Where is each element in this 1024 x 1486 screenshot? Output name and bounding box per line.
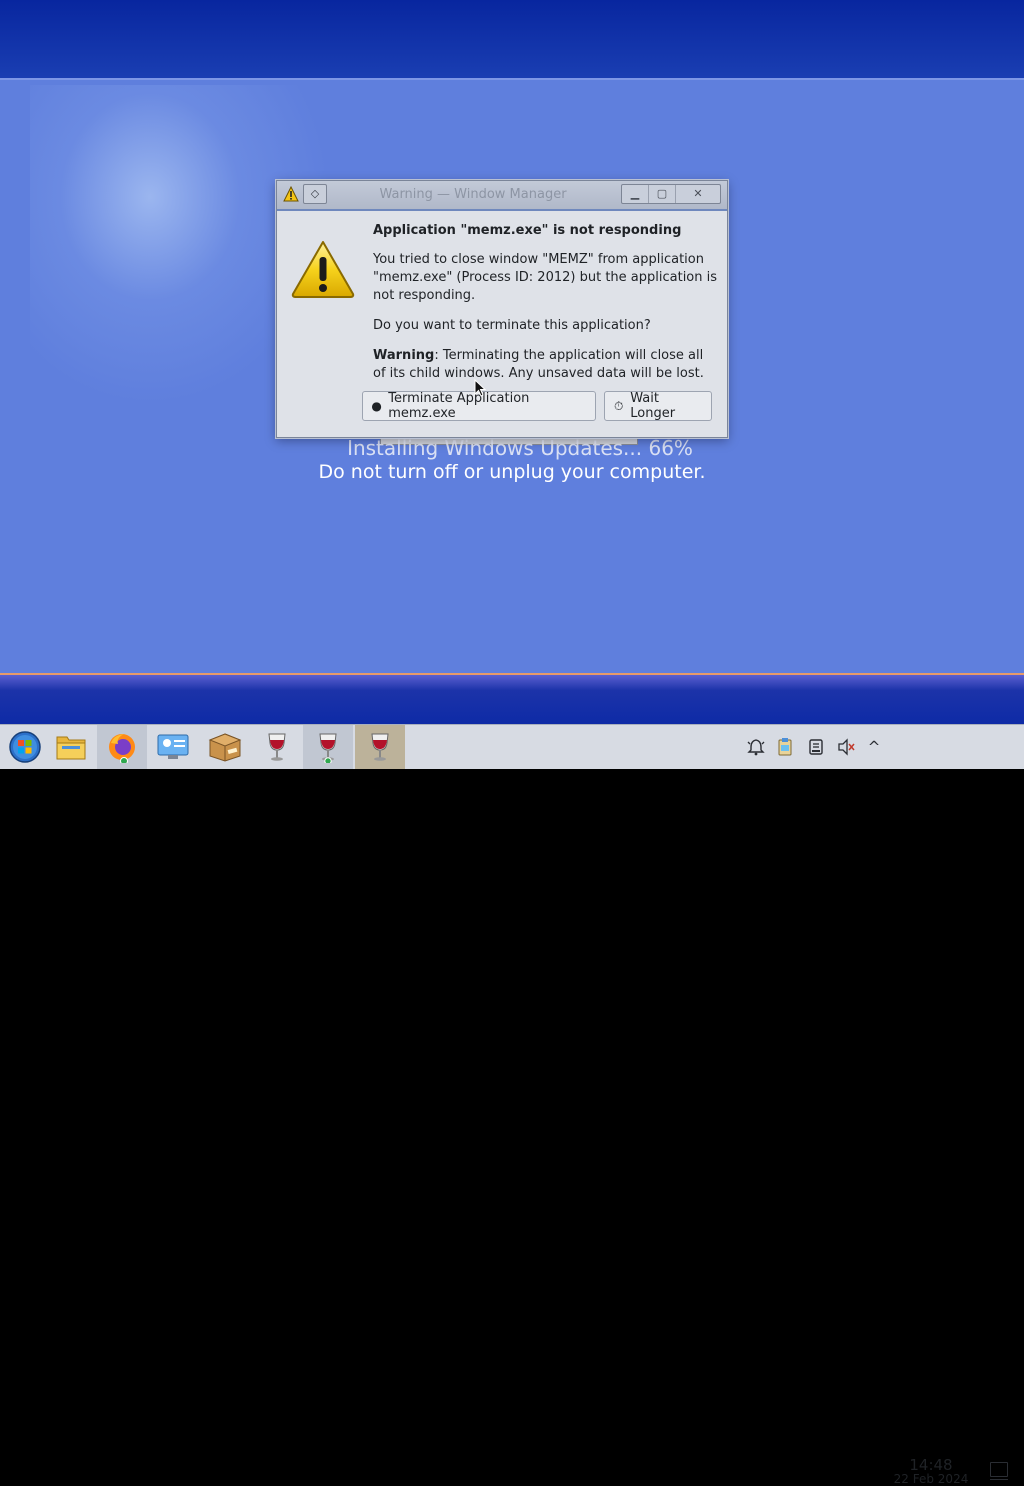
mute-icon[interactable] xyxy=(836,737,856,757)
taskbar-system-settings[interactable] xyxy=(148,725,198,769)
stopwatch-icon: ⏱ xyxy=(613,398,624,413)
window-controls: ▁ ▢ ✕ xyxy=(621,184,721,204)
keep-above-button[interactable]: ◇ xyxy=(303,184,327,204)
taskbar-wine-app-1[interactable] xyxy=(252,725,302,769)
start-orb-icon xyxy=(9,731,41,763)
not-responding-dialog: ◇ Warning — Window Manager ▁ ▢ ✕ Applica… xyxy=(276,180,728,438)
start-button[interactable] xyxy=(0,725,50,769)
file-manager-icon xyxy=(56,736,86,760)
taskbar: ^ 14:48 22 Feb 2024 xyxy=(0,724,1024,1486)
dialog-message: You tried to close window "MEMZ" from ap… xyxy=(373,252,718,303)
firefox-icon xyxy=(109,734,135,763)
wait-longer-button[interactable]: ⏱ Wait Longer xyxy=(604,391,712,421)
taskbar-wine-app-3[interactable] xyxy=(355,725,405,769)
storage-icon[interactable] xyxy=(806,737,826,757)
wine-glass-icon xyxy=(268,733,286,761)
dialog-titlebar[interactable]: ◇ Warning — Window Manager ▁ ▢ ✕ xyxy=(277,181,727,211)
taskbar-wine-app-2[interactable] xyxy=(303,725,353,769)
warning-label: Warning xyxy=(373,348,435,363)
taskbar-package-manager[interactable] xyxy=(200,725,250,769)
update-warning-text: Do not turn off or unplug your computer. xyxy=(318,461,706,483)
close-button[interactable]: ✕ xyxy=(675,185,720,203)
dialog-heading: Application "memz.exe" is not responding xyxy=(373,223,682,238)
wine-glass-icon xyxy=(319,733,337,763)
system-settings-icon xyxy=(157,734,189,759)
warning-small-icon xyxy=(283,186,299,202)
bottom-band xyxy=(0,673,1024,726)
dialog-title: Warning — Window Manager xyxy=(379,187,567,202)
clipboard-icon[interactable] xyxy=(775,737,795,757)
wine-glass-icon xyxy=(371,733,389,761)
taskbar-firefox[interactable] xyxy=(97,725,147,769)
wait-longer-button-label: Wait Longer xyxy=(630,391,676,421)
terminate-button-label: Terminate Application memz.exe xyxy=(388,391,530,421)
package-box-icon xyxy=(208,733,242,762)
show-desktop-icon[interactable] xyxy=(990,1462,1008,1480)
maximize-button[interactable]: ▢ xyxy=(648,185,675,203)
notifications-icon[interactable] xyxy=(746,737,766,757)
mouse-cursor-icon xyxy=(474,379,486,397)
top-band xyxy=(0,0,1024,80)
update-progress-text: Installing Windows Updates... 66% xyxy=(347,436,693,460)
warning-icon xyxy=(291,241,355,298)
expand-arrow-icon[interactable]: ^ xyxy=(864,737,884,757)
bomb-icon: ● xyxy=(371,399,382,413)
dialog-question: Do you want to terminate this applicatio… xyxy=(373,318,651,333)
minimize-button[interactable]: ▁ xyxy=(622,185,648,203)
taskbar-file-manager[interactable] xyxy=(46,725,96,769)
dialog-warning: Warning: Terminating the application wil… xyxy=(373,347,719,383)
clock-date[interactable]: 22 Feb 2024 xyxy=(888,1472,974,1486)
